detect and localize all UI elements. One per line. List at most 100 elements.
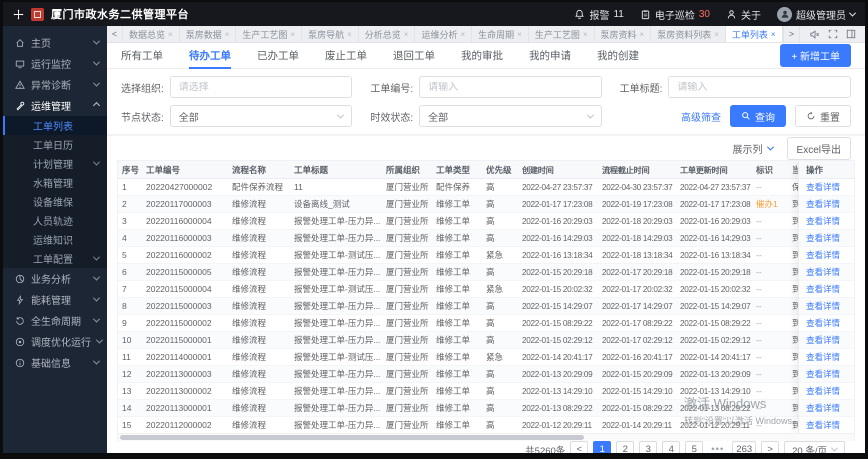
tab-2[interactable]: 生产工艺图 × bbox=[236, 26, 303, 42]
view-detail-link[interactable]: 查看详情 bbox=[806, 283, 840, 295]
table-row[interactable]: 8 20220115000003 维修流程 报警处理工单-压力异... 厦门营业所 维修工… bbox=[118, 298, 854, 315]
sidebar-subitem-1[interactable]: 工单日历 bbox=[3, 135, 107, 154]
tab-7[interactable]: 生产工艺图 × bbox=[529, 26, 595, 42]
table-row[interactable]: 2 20220117000003 维修流程 设备离线_测试 厦门营业所 维修工单 高 2022… bbox=[118, 196, 854, 213]
panel-layout-icon[interactable] bbox=[846, 29, 856, 39]
table-row[interactable]: 6 20220115000005 维修流程 报警处理工单-压力异... 厦门营业所 维修工… bbox=[118, 264, 854, 281]
table-row[interactable]: 15 20220112000002 维修流程 报警处理工单-压力异... 厦门营业所 维修… bbox=[118, 417, 854, 434]
move-icon[interactable] bbox=[13, 9, 24, 20]
tab-9[interactable]: 泵房资料列表 × bbox=[651, 26, 726, 42]
view-detail-link[interactable]: 查看详情 bbox=[806, 402, 840, 414]
sidebar-item-8[interactable]: 基础信息 bbox=[3, 352, 107, 373]
tab-4[interactable]: 分析总览 × bbox=[359, 26, 416, 42]
user-menu[interactable]: 超级管理员 bbox=[777, 6, 857, 22]
close-icon[interactable]: × bbox=[771, 30, 776, 39]
node-state-select[interactable]: 全部 bbox=[169, 105, 353, 127]
table-row[interactable]: 14 20220113000001 维修流程 报警处理工单-压力异... 厦门营业所 维修… bbox=[118, 400, 854, 417]
search-button[interactable]: 查询 bbox=[729, 105, 786, 127]
view-detail-link[interactable]: 查看详情 bbox=[806, 419, 840, 431]
page-button-2[interactable]: 2 bbox=[616, 441, 635, 453]
sidebar-subitem-2[interactable]: 计划管理 bbox=[3, 154, 107, 173]
next-page-button[interactable]: > bbox=[761, 441, 780, 453]
view-detail-link[interactable]: 查看详情 bbox=[806, 249, 840, 261]
subtab-1[interactable]: 待办工单 bbox=[189, 43, 231, 69]
subtab-4[interactable]: 退回工单 bbox=[393, 43, 435, 68]
subtab-7[interactable]: 我的创建 bbox=[597, 43, 639, 68]
close-icon[interactable]: × bbox=[168, 30, 173, 39]
alarm-button[interactable]: 报警 11 bbox=[574, 7, 624, 22]
view-detail-link[interactable]: 查看详情 bbox=[806, 317, 840, 329]
table-row[interactable]: 12 20220113000003 维修流程 报警处理工单-压力异... 厦门营业所 维修… bbox=[118, 366, 854, 383]
close-icon[interactable]: × bbox=[225, 30, 230, 39]
fullscreen-icon[interactable] bbox=[828, 29, 838, 39]
view-detail-link[interactable]: 查看详情 bbox=[806, 198, 840, 210]
sidebar-item-5[interactable]: 能耗管理 bbox=[3, 289, 107, 310]
table-row[interactable]: 9 20220115000002 维修流程 报警处理工单-压力异... 厦门营业所 维修工… bbox=[118, 315, 854, 332]
view-detail-link[interactable]: 查看详情 bbox=[806, 300, 840, 312]
tab-8[interactable]: 泵房资料 × bbox=[595, 26, 652, 42]
page-size-select[interactable]: 20 条/页 bbox=[784, 441, 845, 453]
tab-6[interactable]: 生命周期 × bbox=[472, 26, 529, 42]
view-detail-link[interactable]: 查看详情 bbox=[806, 334, 840, 346]
view-detail-link[interactable]: 查看详情 bbox=[806, 351, 840, 363]
excel-export-button[interactable]: Excel导出 bbox=[786, 136, 851, 160]
horizontal-scrollbar[interactable] bbox=[118, 433, 854, 441]
table-row[interactable]: 3 20220116000004 维修流程 报警处理工单-压力异... 厦门营业所 维修工… bbox=[118, 213, 854, 230]
sidebar-subitem-6[interactable]: 运维知识 bbox=[3, 230, 107, 249]
sidebar-item-0[interactable]: 主页 bbox=[3, 32, 107, 53]
about-button[interactable]: 关于 bbox=[726, 7, 761, 22]
reset-button[interactable]: 重置 bbox=[794, 105, 851, 127]
scrollbar-thumb[interactable] bbox=[120, 435, 584, 440]
table-row[interactable]: 13 20220113000002 维修流程 报警处理工单-压力异... 厦门营业所 维修… bbox=[118, 383, 854, 400]
close-icon[interactable]: × bbox=[290, 30, 295, 39]
page-button-5[interactable]: 5 bbox=[685, 441, 704, 453]
view-detail-link[interactable]: 查看详情 bbox=[806, 385, 840, 397]
order-no-input[interactable] bbox=[428, 81, 593, 93]
view-detail-link[interactable]: 查看详情 bbox=[806, 215, 840, 227]
close-icon[interactable]: × bbox=[583, 30, 588, 39]
more-pages-icon[interactable]: ••• bbox=[708, 441, 727, 453]
tab-10[interactable]: 工单列表 × bbox=[725, 26, 783, 42]
prev-page-button[interactable]: < bbox=[570, 441, 589, 453]
close-icon[interactable]: × bbox=[347, 30, 352, 39]
sidebar-item-6[interactable]: 全生命周期 bbox=[3, 310, 107, 331]
table-row[interactable]: 11 20220114000001 维修流程 报警处理工单-测试压... 厦门营业所 维修… bbox=[118, 349, 854, 366]
view-detail-link[interactable]: 查看详情 bbox=[806, 232, 840, 244]
page-button-263[interactable]: 263 bbox=[732, 441, 757, 453]
page-button-3[interactable]: 3 bbox=[639, 441, 658, 453]
tabs-scroll-right[interactable]: > bbox=[783, 26, 799, 42]
sidebar-subitem-4[interactable]: 设备维保 bbox=[3, 192, 107, 211]
org-select-input[interactable] bbox=[178, 81, 344, 93]
time-state-select[interactable]: 全部 bbox=[419, 105, 602, 127]
sidebar-item-1[interactable]: 运行监控 bbox=[3, 53, 107, 74]
sidebar-subitem-3[interactable]: 水箱管理 bbox=[3, 173, 107, 192]
close-icon[interactable]: × bbox=[404, 30, 409, 39]
mute-announcement-icon[interactable] bbox=[809, 29, 820, 40]
subtab-2[interactable]: 已办工单 bbox=[257, 43, 299, 68]
subtab-0[interactable]: 所有工单 bbox=[121, 43, 163, 68]
sidebar-item-3[interactable]: 运维管理 bbox=[3, 95, 107, 116]
view-detail-link[interactable]: 查看详情 bbox=[806, 266, 840, 278]
sidebar-subitem-7[interactable]: 工单配置 bbox=[3, 249, 107, 268]
subtab-5[interactable]: 我的审批 bbox=[461, 43, 503, 68]
tab-1[interactable]: 泵房数据 × bbox=[180, 26, 237, 42]
sidebar-item-2[interactable]: 异常诊断 bbox=[3, 74, 107, 95]
close-icon[interactable]: × bbox=[640, 30, 645, 39]
tab-3[interactable]: 泵房导航 × bbox=[302, 26, 359, 42]
subtab-3[interactable]: 废止工单 bbox=[325, 43, 367, 68]
advanced-filter-link[interactable]: 高级筛查 bbox=[681, 109, 721, 124]
table-row[interactable]: 7 20220115000004 维修流程 报警处理工单-测试压... 厦门营业所 维修工… bbox=[118, 281, 854, 298]
tabs-scroll-left[interactable]: < bbox=[107, 26, 123, 42]
close-icon[interactable]: × bbox=[714, 30, 719, 39]
sidebar-subitem-5[interactable]: 人员轨迹 bbox=[3, 211, 107, 230]
table-row[interactable]: 4 20220116000003 维修流程 报警处理工单-压力异... 厦门营业所 维修工… bbox=[118, 230, 854, 247]
tab-5[interactable]: 运维分析 × bbox=[415, 26, 473, 42]
sidebar-item-4[interactable]: 业务分析 bbox=[3, 268, 107, 289]
order-title-input[interactable] bbox=[677, 81, 842, 93]
close-icon[interactable]: × bbox=[517, 30, 522, 39]
sidebar-item-7[interactable]: 调度优化运行 bbox=[3, 331, 107, 352]
inspection-button[interactable]: 电子巡检 30 bbox=[640, 7, 710, 22]
new-order-button[interactable]: + 新增工单 bbox=[780, 44, 851, 67]
view-detail-link[interactable]: 查看详情 bbox=[806, 368, 840, 380]
table-row[interactable]: 1 20220427000002 配件保养流程 11 厦门营业所 配件保养 高 2022-04… bbox=[118, 179, 854, 196]
